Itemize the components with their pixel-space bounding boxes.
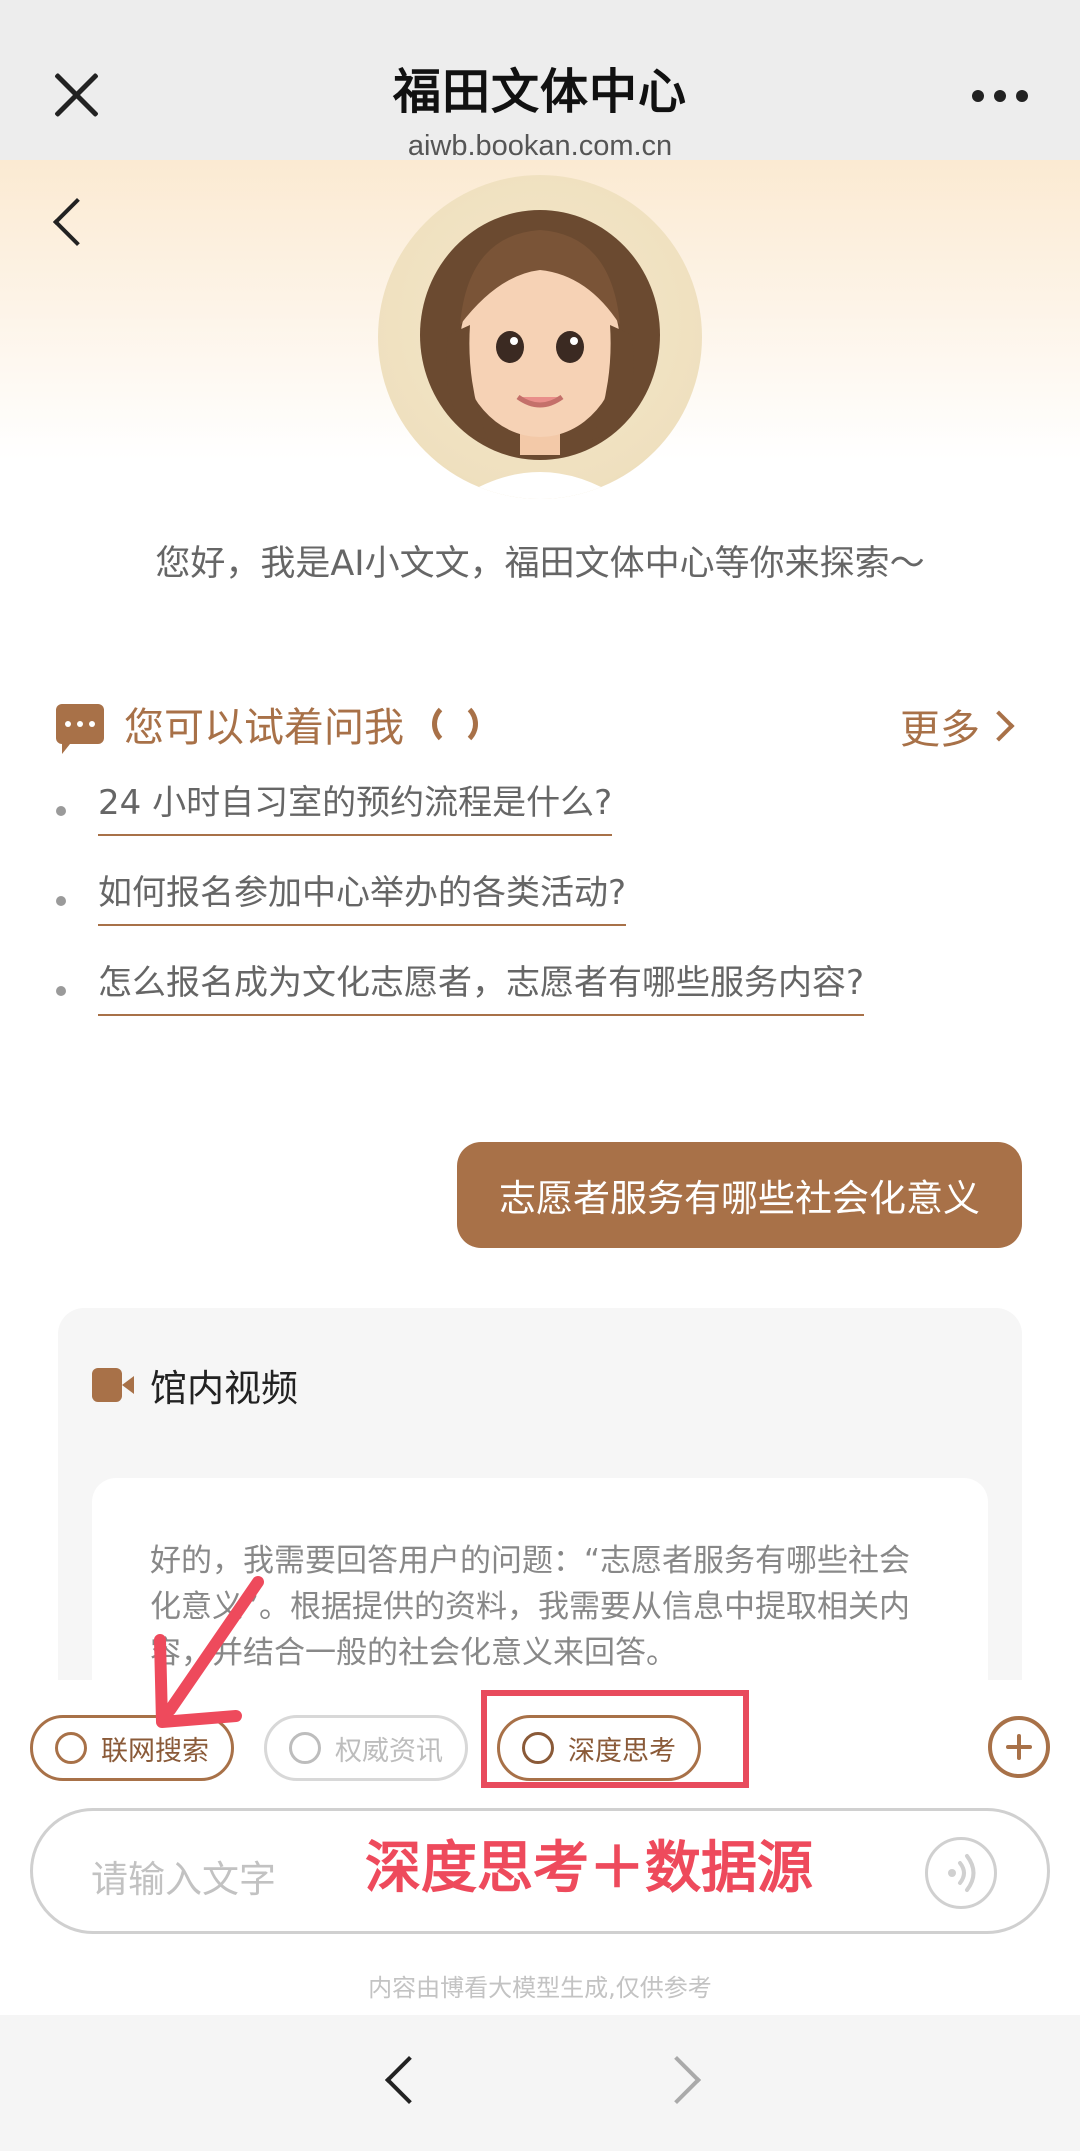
add-button[interactable] xyxy=(988,1716,1050,1778)
question-link[interactable]: 24 小时自习室的预约流程是什么? xyxy=(98,780,613,836)
question-link[interactable]: 如何报名参加中心举办的各类活动? xyxy=(98,870,627,926)
more-link[interactable]: 更多 xyxy=(900,697,1015,755)
avatar xyxy=(378,175,702,499)
bullet xyxy=(56,896,66,906)
chat-bubble-icon xyxy=(56,704,104,754)
highlight-box xyxy=(481,1690,749,1788)
browser-bottom-nav xyxy=(0,2015,1080,2151)
nav-forward-icon[interactable] xyxy=(652,2055,702,2105)
annotation-arrow-icon xyxy=(154,1576,264,1728)
disclaimer-text: 内容由博看大模型生成,仅供参考 xyxy=(368,1974,712,2002)
suggestions-title: 您可以试着问我 xyxy=(124,705,404,751)
video-camera-icon xyxy=(92,1368,134,1402)
response-section-header: 馆内视频 xyxy=(92,1358,298,1412)
chevron-right-icon xyxy=(983,710,1015,742)
globe-search-icon xyxy=(55,1732,87,1764)
greeting-text: 您好，我是AI小文文，福田文体中心等你来探索～ xyxy=(155,544,925,584)
suggested-questions: 24 小时自习室的预约流程是什么? 如何报名参加中心举办的各类活动? 怎么报名成… xyxy=(56,780,865,1050)
suggestions-header: 您可以试着问我 xyxy=(56,695,478,754)
bullet xyxy=(56,806,66,816)
list-item[interactable]: 怎么报名成为文化志愿者，志愿者有哪些服务内容? xyxy=(56,960,865,1050)
response-section-title: 馆内视频 xyxy=(150,1367,298,1410)
annotation-text: 深度思考＋数据源 xyxy=(365,1836,813,1901)
title-bar: 福田文体中心 aiwb.bookan.com.cn xyxy=(0,0,1080,163)
list-item[interactable]: 24 小时自习室的预约流程是什么? xyxy=(56,780,864,870)
authority-news-label: 权威资讯 xyxy=(335,1735,443,1767)
page-url: aiwb.bookan.com.cn xyxy=(407,130,673,162)
page-title: 福田文体中心 xyxy=(392,64,687,120)
voice-input-icon[interactable] xyxy=(925,1837,997,1909)
list-item[interactable]: 如何报名参加中心举办的各类活动? xyxy=(56,870,864,960)
bullet xyxy=(56,986,66,996)
user-message-bubble: 志愿者服务有哪些社会化意义 xyxy=(457,1142,1022,1248)
more-menu-icon[interactable] xyxy=(972,90,1028,102)
more-label: 更多 xyxy=(900,707,980,753)
refresh-icon[interactable] xyxy=(432,701,478,747)
input-placeholder: 请输入文字 xyxy=(91,1858,276,1901)
question-link[interactable]: 怎么报名成为文化志愿者，志愿者有哪些服务内容? xyxy=(98,960,865,1016)
title-block: 福田文体中心 aiwb.bookan.com.cn xyxy=(0,52,1080,163)
nav-back-icon[interactable] xyxy=(384,2055,434,2105)
